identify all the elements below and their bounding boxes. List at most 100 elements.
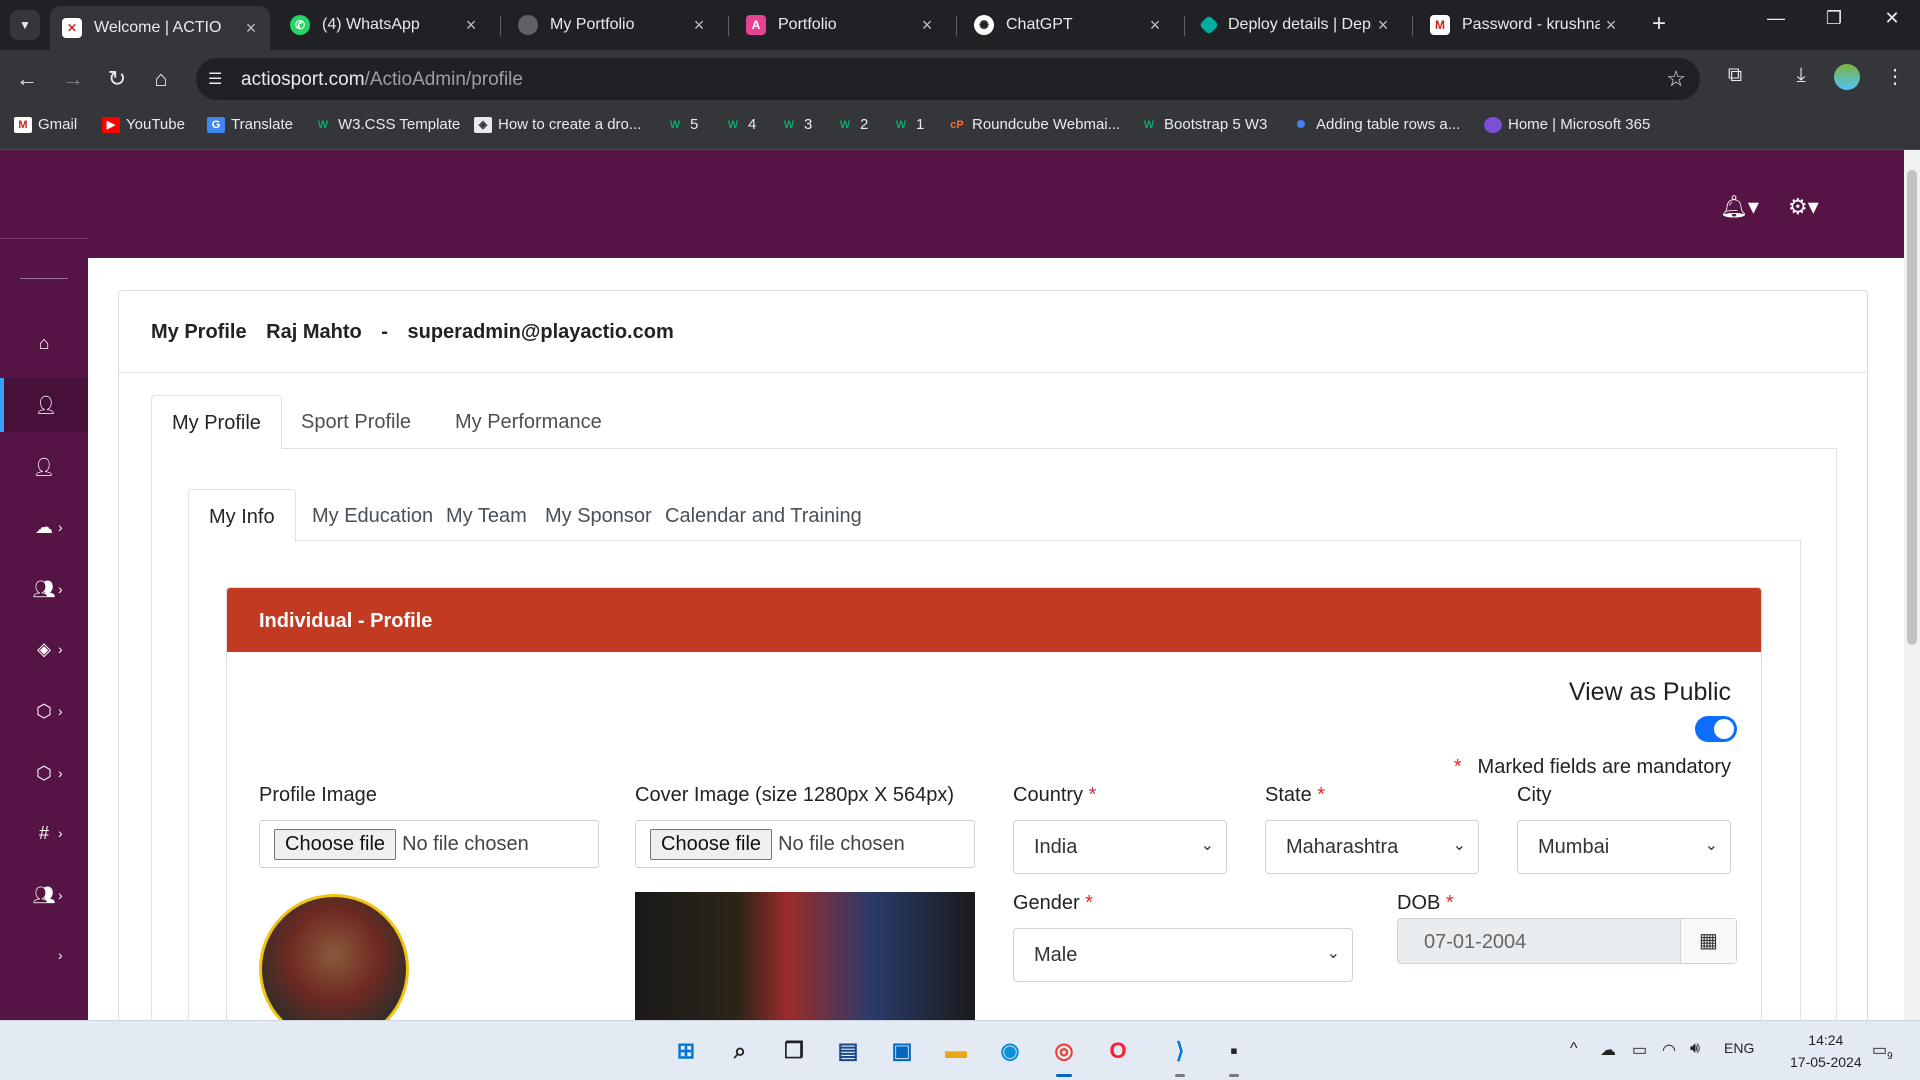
bookmark-m365[interactable]: Home | Microsoft 365 <box>1484 116 1650 133</box>
bookmark-bootstrap[interactable]: W Bootstrap 5 W3 <box>1140 116 1268 133</box>
tab-my-profile[interactable]: My Profile <box>151 395 282 449</box>
close-tab-icon[interactable]: × <box>688 15 710 36</box>
close-tab-icon[interactable]: × <box>1144 15 1166 36</box>
home-icon[interactable]: ⌂ <box>146 64 176 94</box>
gmail-icon: M <box>14 116 32 133</box>
store-icon[interactable]: ▣ <box>884 1033 920 1069</box>
bookmark-dropdown[interactable]: ◈ How to create a dro... <box>474 116 641 133</box>
opera-icon[interactable]: O <box>1100 1033 1136 1069</box>
terminal-icon[interactable]: ▪ <box>1216 1033 1252 1077</box>
bookmark-w3css[interactable]: W W3.CSS Template <box>314 116 460 133</box>
country-select[interactable]: India ⌄ <box>1013 820 1227 874</box>
sidebar-item-upload[interactable]: ☁ › <box>0 500 88 554</box>
file-explorer-icon[interactable]: ▬ <box>938 1033 974 1069</box>
sidebar-item-box-2[interactable]: ⬡ › <box>0 746 88 800</box>
bookmark-star-icon[interactable]: ☆ <box>1666 66 1686 92</box>
bookmark-youtube[interactable]: ▶ YouTube <box>102 116 185 133</box>
notification-bell-icon[interactable]: 🔔︎▾ <box>1720 194 1759 220</box>
sidebar-item-profile[interactable]: 👤︎ <box>0 378 88 432</box>
edge-icon[interactable]: ◉ <box>992 1033 1028 1069</box>
close-tab-icon[interactable]: × <box>1600 15 1622 36</box>
sidebar-item-box[interactable]: ⬡ › <box>0 684 88 738</box>
tab-chatgpt[interactable]: ✺ ChatGPT × <box>962 8 1174 42</box>
page-scrollbar[interactable] <box>1904 150 1920 1020</box>
close-tab-icon[interactable]: × <box>916 15 938 36</box>
site-info-icon[interactable]: ☰ <box>208 69 222 89</box>
tab-my-performance[interactable]: My Performance <box>435 395 622 449</box>
choose-file-button[interactable]: Choose file <box>650 828 773 860</box>
bookmark-roundcube[interactable]: cP Roundcube Webmai... <box>948 116 1120 133</box>
tab-search-button[interactable]: ▼ <box>10 10 40 40</box>
sidebar-item-more[interactable]: › <box>0 928 88 982</box>
tab-deploy[interactable]: Deploy details | Depl × <box>1190 8 1402 42</box>
bookmark-3[interactable]: W3 <box>780 116 813 133</box>
language-indicator[interactable]: ENG <box>1724 1040 1754 1056</box>
battery-icon[interactable]: ▭ <box>1632 1040 1647 1060</box>
clock[interactable]: 14:24 17-05-2024 <box>1790 1029 1862 1073</box>
sidebar-item-grid[interactable]: # › <box>0 806 88 860</box>
mandatory-note: * Marked fields are mandatory <box>1453 756 1731 778</box>
panel-title: Individual - Profile <box>227 588 1761 652</box>
notification-icon[interactable]: ▭9 <box>1872 1040 1893 1062</box>
sidebar-item-team[interactable]: 👥︎ › <box>0 868 88 922</box>
widgets-icon[interactable]: ▤ <box>830 1033 866 1069</box>
close-tab-icon[interactable]: × <box>460 15 482 36</box>
sidebar-item-user[interactable]: 👤︎ <box>0 440 88 494</box>
tab-portfolio[interactable]: A Portfolio × <box>734 8 946 42</box>
settings-gear-icon[interactable]: ⚙▾ <box>1788 194 1819 220</box>
extensions-icon[interactable]: ⧉ <box>1720 64 1750 87</box>
tab-password[interactable]: M Password - krushnap × <box>1418 8 1630 42</box>
choose-file-button[interactable]: Choose file <box>274 828 397 860</box>
city-select[interactable]: Mumbai ⌄ <box>1517 820 1731 874</box>
windows-start-icon[interactable]: ⊞ <box>668 1033 704 1069</box>
calendar-icon[interactable]: ▦ <box>1680 919 1736 963</box>
onedrive-icon[interactable]: ☁ <box>1600 1040 1616 1060</box>
sidebar-item-users[interactable]: 👥︎ › <box>0 562 88 616</box>
bookmark-translate[interactable]: G Translate <box>207 116 293 133</box>
bookmark-gmail[interactable]: M Gmail <box>14 116 77 133</box>
volume-icon[interactable]: 🔊︎ <box>1690 1040 1700 1058</box>
url-input[interactable]: ☰ actiosport.com/ActioAdmin/profile ☆ <box>196 58 1700 100</box>
cover-image-file-input[interactable]: Choose file No file chosen <box>635 820 975 868</box>
chevron-right-icon: › <box>58 765 63 781</box>
bookmark-4[interactable]: W4 <box>724 116 757 133</box>
bookmark-2[interactable]: W2 <box>836 116 869 133</box>
sidebar-item-home[interactable]: ⌂ <box>0 316 88 370</box>
minimize-icon[interactable]: — <box>1756 8 1796 29</box>
restore-icon[interactable]: ❐ <box>1814 8 1854 29</box>
tab-actio[interactable]: ✕ Welcome | ACTIO × <box>50 6 270 50</box>
city-label: City <box>1517 784 1552 806</box>
bookmark-1[interactable]: W1 <box>892 116 925 133</box>
state-select[interactable]: Maharashtra ⌄ <box>1265 820 1479 874</box>
view-as-public-toggle[interactable] <box>1695 716 1737 742</box>
tab-my-portfolio[interactable]: My Portfolio × <box>506 8 718 42</box>
title-separator: - <box>381 321 388 343</box>
menu-kebab-icon[interactable]: ⋮ <box>1880 64 1910 89</box>
forward-arrow-icon[interactable]: → <box>58 64 88 94</box>
gender-select[interactable]: Male ⌄ <box>1013 928 1353 982</box>
profile-avatar[interactable] <box>1834 64 1860 90</box>
close-tab-icon[interactable]: × <box>240 18 262 39</box>
close-tab-icon[interactable]: × <box>1372 15 1394 36</box>
tab-calendar-training[interactable]: Calendar and Training <box>645 489 882 543</box>
chevron-up-icon[interactable]: ^ <box>1570 1040 1578 1058</box>
reload-icon[interactable]: ↻ <box>102 64 132 94</box>
close-window-icon[interactable]: ✕ <box>1872 8 1912 29</box>
chrome-icon[interactable]: ◎ <box>1046 1033 1082 1077</box>
scrollbar-thumb[interactable] <box>1907 170 1917 645</box>
download-icon[interactable]: ⤓ <box>1786 64 1816 87</box>
bookmark-5[interactable]: W5 <box>666 116 699 133</box>
vscode-icon[interactable]: ⟩ <box>1162 1033 1198 1077</box>
search-icon[interactable]: ⌕ <box>722 1033 758 1069</box>
task-view-icon[interactable]: ❐ <box>776 1033 812 1069</box>
dob-input[interactable]: 07-01-2004 ▦ <box>1397 918 1737 964</box>
sidebar-item-layers[interactable]: ◈ › <box>0 622 88 676</box>
bookmark-table-rows[interactable]: ✺ Adding table rows a... <box>1292 116 1460 133</box>
tab-my-info[interactable]: My Info <box>188 489 296 543</box>
back-arrow-icon[interactable]: ← <box>12 64 42 94</box>
profile-image-file-input[interactable]: Choose file No file chosen <box>259 820 599 868</box>
tab-whatsapp[interactable]: ✆ (4) WhatsApp × <box>278 8 490 42</box>
new-tab-plus-icon[interactable]: + <box>1652 10 1666 38</box>
tab-sport-profile[interactable]: Sport Profile <box>281 395 431 449</box>
wifi-icon[interactable]: ◠ <box>1662 1040 1676 1060</box>
